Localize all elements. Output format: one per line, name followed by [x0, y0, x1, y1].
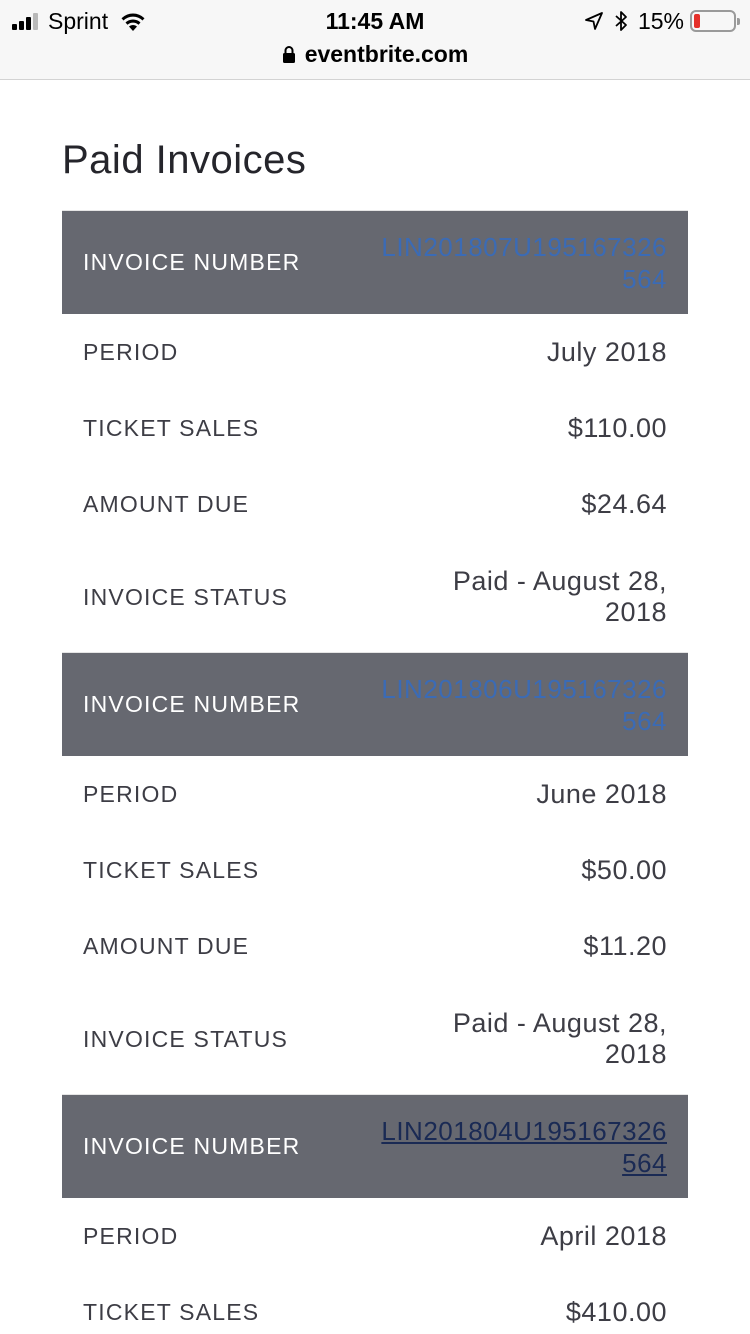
amount-due-value: $11.20: [583, 930, 667, 961]
battery-percent: 15%: [637, 7, 684, 34]
invoice-number-label: INVOICE NUMBER: [83, 691, 301, 717]
period-value: April 2018: [540, 1220, 667, 1251]
page-title: Paid Invoices: [62, 138, 307, 182]
ticket-sales-row: TICKET SALES $410.00: [62, 1274, 688, 1334]
ticket-sales-value: $50.00: [581, 854, 667, 885]
amount-due-label: AMOUNT DUE: [83, 932, 250, 959]
ticket-sales-label: TICKET SALES: [83, 1298, 260, 1325]
invoices-table: INVOICE NUMBER LIN201807U195167326564 PE…: [62, 210, 688, 1334]
amount-due-row: AMOUNT DUE $11.20: [62, 908, 688, 984]
url-bar[interactable]: eventbrite.com: [0, 38, 750, 70]
invoice-number-label: INVOICE NUMBER: [83, 1133, 301, 1159]
period-row: PERIOD July 2018: [62, 314, 688, 390]
lock-icon: [282, 46, 295, 63]
ticket-sales-label: TICKET SALES: [83, 414, 260, 441]
invoice-status-label: INVOICE STATUS: [83, 1025, 289, 1052]
battery-icon: [690, 10, 740, 32]
amount-due-row: AMOUNT DUE $24.64: [62, 466, 688, 542]
period-label: PERIOD: [83, 338, 179, 365]
amount-due-value: $24.64: [581, 488, 667, 519]
period-value: July 2018: [546, 336, 667, 367]
amount-due-label: AMOUNT DUE: [83, 490, 250, 517]
ticket-sales-value: $410.00: [565, 1296, 667, 1327]
invoice-status-value: Paid - August 28, 2018: [452, 1008, 667, 1069]
status-and-url-bar: Sprint 11:45 AM 15% eventbrite.com: [0, 0, 750, 80]
invoice-status-row: INVOICE STATUS Paid - August 28, 2018: [62, 984, 688, 1094]
invoice-status-row: INVOICE STATUS Paid - August 28, 2018: [62, 542, 688, 652]
period-value: June 2018: [536, 778, 667, 809]
period-label: PERIOD: [83, 780, 179, 807]
ticket-sales-row: TICKET SALES $50.00: [62, 832, 688, 908]
invoice-status-label: INVOICE STATUS: [83, 583, 289, 610]
period-label: PERIOD: [83, 1222, 179, 1249]
invoice-number-row: INVOICE NUMBER LIN201804U195167326564: [62, 1094, 688, 1198]
ticket-sales-label: TICKET SALES: [83, 856, 260, 883]
invoice-number-label: INVOICE NUMBER: [83, 249, 301, 275]
invoice-number-link[interactable]: LIN201804U195167326564: [377, 1115, 667, 1179]
invoice-number-row: INVOICE NUMBER LIN201807U195167326564: [62, 210, 688, 314]
url-text: eventbrite.com: [304, 40, 469, 67]
period-row: PERIOD April 2018: [62, 1198, 688, 1274]
location-arrow-icon: [585, 12, 603, 30]
period-row: PERIOD June 2018: [62, 756, 688, 832]
invoice-number-link[interactable]: LIN201806U195167326564: [377, 673, 667, 737]
invoice-status-value: Paid - August 28, 2018: [452, 566, 667, 627]
status-right: 15%: [584, 6, 740, 36]
invoice-number-link[interactable]: LIN201807U195167326564: [377, 231, 667, 295]
invoice-number-row: INVOICE NUMBER LIN201806U195167326564: [62, 652, 688, 756]
ticket-sales-row: TICKET SALES $110.00: [62, 390, 688, 466]
ticket-sales-value: $110.00: [567, 412, 667, 443]
battery-level: [694, 14, 700, 28]
bluetooth-icon: [615, 11, 627, 31]
